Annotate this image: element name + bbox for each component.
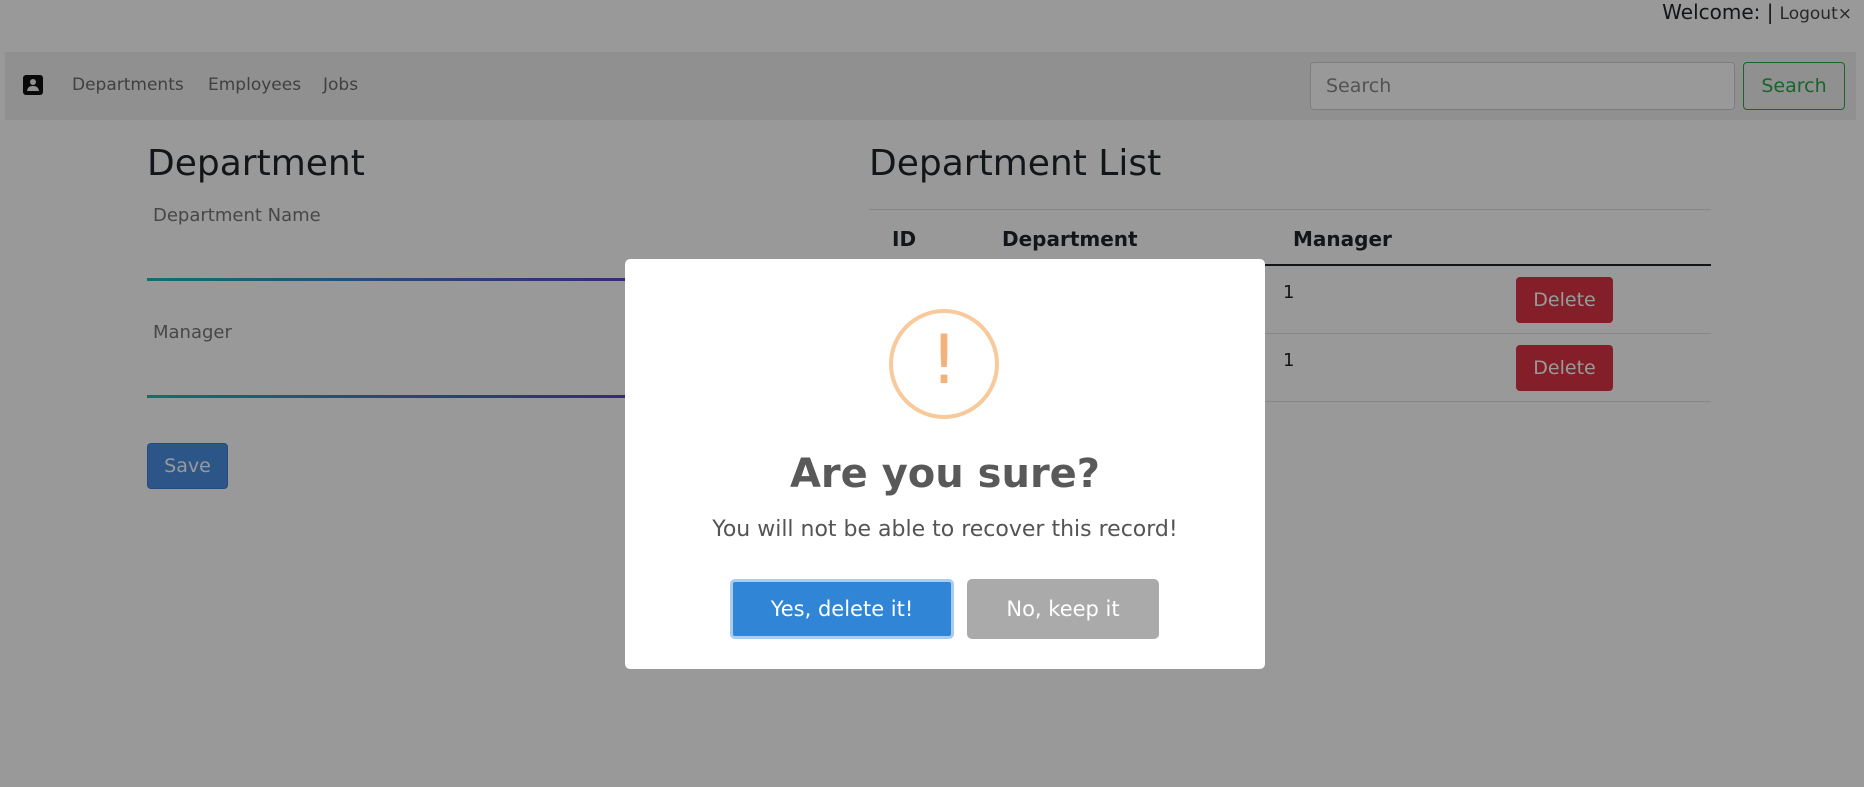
dialog-message: You will not be able to recover this rec…: [712, 517, 1178, 542]
confirm-dialog: ! Are you sure? You will not be able to …: [625, 259, 1265, 669]
confirm-delete-button[interactable]: Yes, delete it!: [730, 579, 954, 639]
warning-icon: !: [889, 309, 999, 419]
warning-mark: !: [930, 321, 958, 400]
cancel-button[interactable]: No, keep it: [967, 579, 1159, 639]
dialog-title: Are you sure?: [789, 451, 1101, 497]
